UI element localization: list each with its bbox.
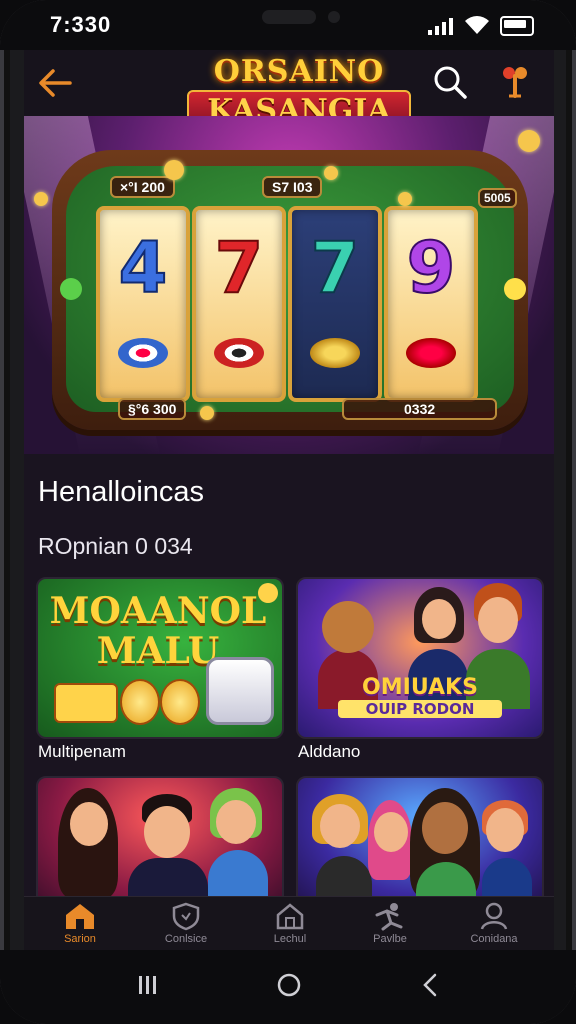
nav-label: Conidana	[470, 933, 518, 945]
profile-icon	[480, 902, 508, 930]
slot-machine-banner[interactable]: 4 7 7 9 ×°I 200 S7 I03 5005 §°6 300 0332	[24, 116, 554, 454]
gold-coin	[518, 130, 540, 152]
section-subtitle: ROpnian 0 034	[38, 533, 193, 559]
top-left-value: ×°I 200	[110, 176, 175, 198]
slot-machine-icon	[206, 657, 274, 725]
game-title: OMIUAKS OUIP RODON	[308, 675, 532, 718]
gold-coin	[34, 192, 48, 206]
reel-3: 7	[288, 206, 382, 402]
nav-label: Conlsice	[164, 933, 208, 945]
gold-coin	[324, 166, 338, 180]
chip-pile	[406, 338, 456, 368]
gold-coin-pile	[310, 338, 360, 368]
left-arrow-button[interactable]	[60, 278, 82, 300]
front-camera	[328, 11, 340, 23]
app-header: ORSAINO KASANGIA	[24, 50, 554, 132]
nav-label: Sarion	[64, 933, 96, 945]
section-title: Henalloincas	[38, 476, 205, 508]
game-card[interactable]: OMIUAKS OUIP RODON	[296, 577, 544, 739]
top-center-value: S7 I03	[262, 176, 323, 198]
gold-coin	[164, 160, 184, 180]
home-icon	[66, 904, 94, 929]
star-badge	[258, 583, 278, 603]
woman-character	[422, 599, 456, 639]
nav-item-home[interactable]: Sarion	[30, 901, 130, 945]
bottom-right-value: 0332	[342, 398, 498, 420]
man-character	[478, 597, 518, 643]
reel-symbol: 7	[214, 227, 265, 309]
girl-character	[320, 804, 360, 848]
signal-icon	[428, 18, 453, 35]
girl-character	[374, 812, 408, 852]
logo-line-1: ORSAINO	[213, 54, 385, 89]
phone-frame: 7:330 ORSAINO KASANGIA 4 7 7 9 ×°I 200 S…	[0, 0, 576, 1024]
game-card[interactable]	[296, 776, 544, 910]
game-card[interactable]: MOAANOL MALU	[36, 577, 284, 739]
speaker-notch	[262, 10, 316, 24]
woman-character	[70, 802, 108, 846]
reel-2: 7	[192, 206, 286, 402]
chip-pile	[118, 338, 168, 368]
girl-character	[216, 800, 256, 844]
battery-icon	[500, 16, 534, 36]
system-navigation-bar	[0, 950, 576, 1024]
nav-item-profile[interactable]: Conidana	[444, 901, 544, 945]
right-value: 5005	[478, 188, 517, 208]
gold-coin	[160, 679, 200, 725]
bottom-left-value: §°6 300	[118, 398, 187, 420]
house-outline-icon	[276, 903, 304, 930]
reel-symbol: 4	[118, 227, 169, 309]
woman-character	[422, 802, 468, 854]
player-icon	[375, 903, 403, 931]
back-arrow-icon[interactable]	[36, 64, 74, 102]
nav-label: Lechul	[273, 933, 307, 945]
app-screen: ORSAINO KASANGIA 4 7 7 9 ×°I 200 S7 I03 …	[24, 50, 554, 950]
reel-symbol: 9	[406, 227, 457, 309]
gold-coin	[120, 679, 160, 725]
man-character	[144, 806, 190, 858]
status-bar: 7:330	[0, 0, 576, 50]
game-card[interactable]	[36, 776, 284, 910]
home-button-icon[interactable]	[276, 972, 302, 998]
reel-4: 9	[384, 206, 478, 402]
nav-label: Pavlbe	[373, 933, 407, 945]
boy-character	[486, 808, 524, 852]
shield-icon	[172, 902, 200, 931]
slot-table: 4 7 7 9 ×°I 200 S7 I03 5005 §°6 300 0332	[52, 150, 528, 430]
gold-coin	[200, 406, 214, 420]
recent-apps-icon[interactable]	[136, 974, 160, 996]
right-arrow-button[interactable]	[504, 278, 526, 300]
table-felt: 4 7 7 9 ×°I 200 S7 I03 5005 §°6 300 0332	[60, 166, 526, 420]
status-time: 7:330	[50, 12, 112, 37]
nav-item-player[interactable]: Pavlbe	[340, 901, 440, 945]
game-card-caption: Alddano	[298, 742, 361, 761]
chip-pile	[214, 338, 264, 368]
reel-symbol: 7	[310, 227, 361, 309]
reel-1: 4	[96, 206, 190, 402]
bottom-navigation: Sarion Conlsice Lechul Pavlbe Conidana	[24, 896, 554, 950]
wifi-icon	[465, 16, 489, 34]
fox-character	[322, 601, 374, 653]
search-icon[interactable]	[432, 64, 468, 100]
nav-item-lobby[interactable]: Lechul	[240, 901, 340, 945]
back-button-icon[interactable]	[420, 972, 440, 998]
bonus-badge	[54, 683, 118, 723]
gold-coin	[398, 192, 412, 206]
nav-item-shield[interactable]: Conlsice	[136, 901, 236, 945]
game-card-caption: Multipenam	[38, 742, 126, 761]
trophy-icon[interactable]	[500, 64, 530, 100]
